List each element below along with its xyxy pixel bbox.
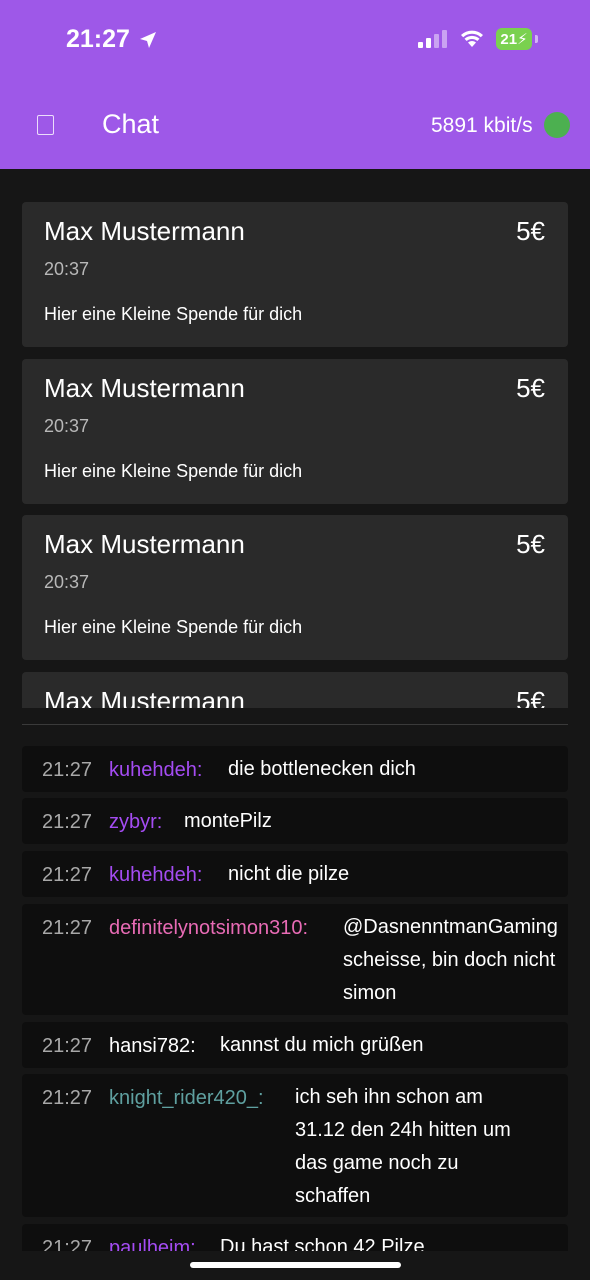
donation-card[interactable]: Max Mustermann 5€: [22, 672, 568, 708]
message-username[interactable]: definitelynotsimon310:: [109, 917, 308, 940]
status-time-text: 21:27: [66, 25, 130, 53]
location-arrow-icon: [139, 31, 156, 48]
page-title: Chat: [102, 109, 160, 139]
message-text: Du hast schon 42 Pilze: [220, 1236, 425, 1251]
message-text: die bottlenecken dich: [228, 758, 416, 780]
battery-level: 21: [500, 30, 518, 48]
donation-list[interactable]: Max Mustermann 5€ 20:37 Hier eine Kleine…: [22, 202, 568, 708]
message-username[interactable]: zybyr:: [109, 811, 162, 834]
message-text-line: 31.12 den 24h hitten um: [295, 1119, 511, 1141]
message-username[interactable]: kuhehdeh:: [109, 759, 202, 782]
message-username[interactable]: paulheim:: [109, 1237, 196, 1251]
connection-status-indicator: [544, 112, 570, 138]
donor-name: Max Mustermann: [44, 529, 245, 559]
message-time: 21:27: [42, 1087, 93, 1109]
chat-message[interactable]: 21:27 definitelynotsimon310: @Dasnenntma…: [22, 904, 568, 1015]
chat-list[interactable]: 21:27 kuhehdeh: die bottlenecken dich 21…: [22, 746, 568, 1251]
message-text: nicht die pilze: [228, 863, 350, 885]
donation-message: Hier eine Kleine Spende für dich: [44, 461, 303, 481]
message-time: 21:27: [42, 864, 93, 886]
donation-time: 20:37: [44, 416, 90, 436]
donation-amount: 5€: [516, 529, 545, 559]
donation-time: 20:37: [44, 572, 90, 592]
donation-card[interactable]: Max Mustermann 5€ 20:37 Hier eine Kleine…: [22, 359, 568, 504]
top-bar: 21:27 21 ⚡ Chat 5891 kbit/s: [0, 0, 590, 169]
donation-message: Hier eine Kleine Spende für dich: [44, 304, 303, 324]
message-time: 21:27: [42, 1035, 93, 1057]
message-time: 21:27: [42, 759, 93, 781]
donor-name: Max Mustermann: [44, 686, 245, 708]
donation-message: Hier eine Kleine Spende für dich: [44, 617, 303, 637]
message-time: 21:27: [42, 1237, 93, 1251]
donation-card[interactable]: Max Mustermann 5€ 20:37 Hier eine Kleine…: [22, 515, 568, 660]
message-text-line: @DasnenntmanGaming: [343, 916, 558, 938]
chat-message[interactable]: 21:27 paulheim: Du hast schon 42 Pilze: [22, 1224, 568, 1251]
message-time: 21:27: [42, 811, 93, 833]
message-text-line: schaffen: [295, 1185, 371, 1207]
home-indicator[interactable]: [190, 1262, 401, 1268]
donation-time: 20:37: [44, 259, 90, 279]
message-username[interactable]: hansi782:: [109, 1035, 196, 1058]
message-text: montePilz: [184, 810, 272, 832]
donation-amount: 5€: [516, 686, 545, 708]
donation-card[interactable]: Max Mustermann 5€ 20:37 Hier eine Kleine…: [22, 202, 568, 347]
status-time: 21:27: [66, 25, 158, 54]
donor-name: Max Mustermann: [44, 373, 245, 403]
chat-message[interactable]: 21:27 kuhehdeh: die bottlenecken dich: [22, 746, 568, 792]
donation-amount: 5€: [516, 373, 545, 403]
section-divider: [22, 724, 568, 725]
bitrate-label: 5891 kbit/s: [431, 114, 533, 137]
donor-name: Max Mustermann: [44, 216, 245, 246]
menu-button[interactable]: [37, 115, 54, 135]
message-time: 21:27: [42, 917, 93, 939]
message-username[interactable]: knight_rider420_:: [109, 1087, 264, 1110]
chat-message[interactable]: 21:27 zybyr: montePilz: [22, 798, 568, 844]
chat-message[interactable]: 21:27 knight_rider420_: ich seh ihn scho…: [22, 1074, 568, 1217]
message-text-line: scheisse, bin doch nicht: [343, 949, 556, 971]
message-text-line: ich seh ihn schon am: [295, 1086, 483, 1108]
donation-amount: 5€: [516, 216, 545, 246]
cellular-signal-icon: [418, 30, 447, 48]
message-text-line: simon: [343, 982, 397, 1004]
message-text: kannst du mich grüßen: [220, 1034, 424, 1056]
message-text-line: das game noch zu: [295, 1152, 459, 1174]
chat-message[interactable]: 21:27 hansi782: kannst du mich grüßen: [22, 1022, 568, 1068]
wifi-icon: [461, 30, 483, 47]
chat-message[interactable]: 21:27 kuhehdeh: nicht die pilze: [22, 851, 568, 897]
message-username[interactable]: kuhehdeh:: [109, 864, 202, 887]
battery-icon: 21 ⚡: [496, 28, 538, 50]
